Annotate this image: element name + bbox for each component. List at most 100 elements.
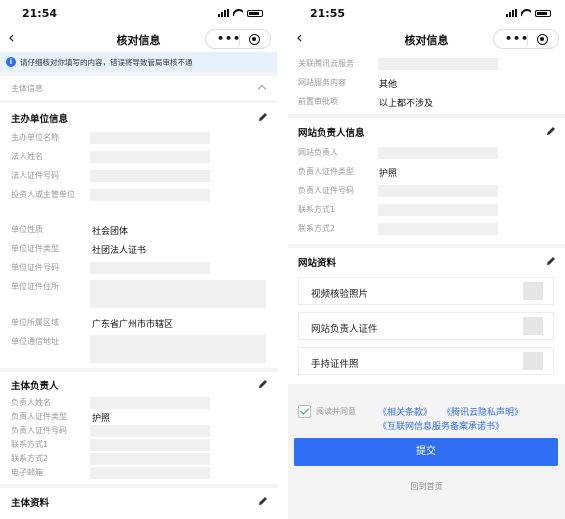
row-label: 负责人姓名 bbox=[11, 398, 51, 407]
nav-bar: ‹ 核对信息 ••• bbox=[288, 26, 565, 52]
service-content-value: 其他 bbox=[379, 80, 398, 90]
nav-bar: ‹ 核对信息 ••• bbox=[0, 26, 277, 52]
info-icon: i bbox=[6, 57, 16, 67]
row-label: 主办单位名称 bbox=[11, 133, 59, 142]
capsule-divider bbox=[527, 34, 528, 45]
contact1-field bbox=[90, 439, 210, 451]
chevron-up-icon bbox=[257, 84, 267, 94]
contact2-field bbox=[90, 453, 210, 465]
collapse-label: 主体信息 bbox=[11, 84, 43, 93]
status-bar: 21:54 bbox=[0, 0, 277, 26]
row-label: 关联腾讯云服务 bbox=[298, 59, 354, 68]
site-materials-card: 网站资料 视频核验照片 网站负责人证件 手持证件照 bbox=[288, 248, 565, 384]
edit-icon[interactable] bbox=[257, 378, 269, 390]
row-label: 单位证件住所 bbox=[11, 282, 59, 291]
status-icons bbox=[218, 9, 263, 17]
material-label: 视频核验照片 bbox=[311, 289, 369, 300]
materials-title: 主体资料 bbox=[11, 498, 50, 509]
mini-program-capsule: ••• bbox=[205, 29, 271, 49]
agree-checkbox[interactable] bbox=[298, 405, 311, 418]
row-label: 网站服务内容 bbox=[298, 78, 346, 87]
material-item-handheld[interactable]: 手持证件照 bbox=[298, 347, 554, 375]
agree-text: 阅读并同意 bbox=[316, 407, 356, 416]
principal-id-type-value: 护照 bbox=[92, 414, 111, 424]
row-label: 负责人证件类型 bbox=[11, 412, 67, 421]
row-label: 联系方式2 bbox=[11, 454, 49, 463]
notice-bar: i 请仔细核对你填写的内容，错误将导致管局审核不通 bbox=[0, 52, 277, 72]
legal-person-name-field bbox=[90, 151, 210, 163]
linked-service-field bbox=[378, 58, 498, 70]
submit-button[interactable]: 提交 bbox=[294, 438, 558, 466]
row-label: 联系方式1 bbox=[11, 440, 49, 449]
row-label: 联系方式2 bbox=[298, 224, 336, 233]
org-nature-value: 社会团体 bbox=[92, 227, 129, 237]
materials-card: 主体资料 bbox=[0, 488, 277, 519]
org-name-field bbox=[90, 132, 210, 144]
email-field bbox=[90, 467, 210, 479]
site-contact1-field bbox=[378, 204, 498, 216]
org-cert-address-field bbox=[90, 280, 266, 308]
more-icon[interactable]: ••• bbox=[217, 32, 241, 45]
row-label: 联系方式1 bbox=[298, 205, 336, 214]
privacy-link[interactable]: 《腾讯云隐私声明》 bbox=[442, 405, 523, 418]
site-principal-id-field bbox=[378, 185, 498, 197]
site-principal-name-field bbox=[378, 147, 498, 159]
close-icon[interactable] bbox=[537, 34, 548, 45]
site-principal-id-type-value: 护照 bbox=[379, 169, 398, 179]
image-thumbnail[interactable] bbox=[523, 282, 543, 300]
principal-id-number-field bbox=[90, 425, 210, 437]
subject-info-collapse[interactable]: 主体信息 bbox=[0, 76, 277, 100]
status-time: 21:55 bbox=[310, 7, 346, 20]
row-label: 法人姓名 bbox=[11, 152, 43, 161]
site-contact2-field bbox=[378, 223, 498, 235]
org-cert-type-value: 社团法人证书 bbox=[92, 246, 147, 256]
row-label: 投资人或主管单位 bbox=[11, 190, 75, 199]
row-label: 电子邮箱 bbox=[11, 468, 43, 477]
edit-icon[interactable] bbox=[257, 495, 269, 507]
row-label: 单位通信地址 bbox=[11, 337, 59, 346]
image-thumbnail[interactable] bbox=[523, 352, 543, 370]
row-label: 网站负责人 bbox=[298, 148, 338, 157]
row-label: 单位性质 bbox=[11, 225, 43, 234]
edit-icon[interactable] bbox=[545, 255, 557, 267]
org-info-title: 主办单位信息 bbox=[11, 114, 69, 125]
row-label: 前置审批项 bbox=[298, 97, 338, 106]
row-label: 负责人证件类型 bbox=[298, 167, 354, 176]
row-label: 单位证件号码 bbox=[11, 263, 59, 272]
more-icon[interactable]: ••• bbox=[505, 32, 529, 45]
image-thumbnail[interactable] bbox=[523, 317, 543, 335]
material-label: 网站负责人证件 bbox=[311, 324, 378, 335]
mini-program-capsule: ••• bbox=[493, 29, 559, 49]
close-icon[interactable] bbox=[249, 34, 260, 45]
left-screen: 21:54 ‹ 核对信息 ••• i 请仔细核对你填写的内容，错误将导致管局审核… bbox=[0, 0, 277, 519]
material-label: 手持证件照 bbox=[311, 359, 359, 370]
back-home-link[interactable]: 回到首页 bbox=[288, 481, 565, 492]
material-item-video[interactable]: 视频核验照片 bbox=[298, 277, 554, 305]
row-label: 负责人证件号码 bbox=[298, 186, 354, 195]
battery-icon bbox=[535, 10, 551, 17]
edit-icon[interactable] bbox=[545, 125, 557, 137]
org-mail-address-field bbox=[90, 335, 266, 363]
row-label: 法人证件号码 bbox=[11, 171, 59, 180]
row-label: 负责人证件号码 bbox=[11, 426, 67, 435]
right-screen: 21:55 ‹ 核对信息 ••• 关联腾讯云服务 网站服务内容 其他 前置审批项… bbox=[288, 0, 565, 519]
row-label: 单位证件类型 bbox=[11, 244, 59, 253]
principal-title: 主体负责人 bbox=[11, 381, 59, 392]
org-info-card: 主办单位信息 主办单位名称 法人姓名 法人证件号码 投资人或主管单位 单位性质 … bbox=[0, 103, 277, 368]
site-principal-title: 网站负责人信息 bbox=[298, 128, 365, 139]
legal-person-id-field bbox=[90, 170, 210, 182]
material-item-id[interactable]: 网站负责人证件 bbox=[298, 312, 554, 340]
edit-icon[interactable] bbox=[257, 111, 269, 123]
org-cert-number-field bbox=[90, 262, 210, 274]
wifi-icon bbox=[233, 9, 243, 17]
capsule-divider bbox=[239, 34, 240, 45]
site-service-card: 关联腾讯云服务 网站服务内容 其他 前置审批项 以上都不涉及 bbox=[288, 52, 565, 114]
principal-name-field bbox=[90, 397, 210, 409]
wifi-icon bbox=[521, 9, 531, 17]
battery-icon bbox=[247, 10, 263, 17]
pre-approval-value: 以上都不涉及 bbox=[379, 99, 434, 109]
commitment-link[interactable]: 《互联网信息服务备案承诺书》 bbox=[378, 419, 504, 432]
terms-link[interactable]: 《相关条款》 bbox=[378, 405, 432, 418]
investor-field bbox=[90, 189, 210, 201]
row-label: 单位所属区域 bbox=[11, 318, 59, 327]
